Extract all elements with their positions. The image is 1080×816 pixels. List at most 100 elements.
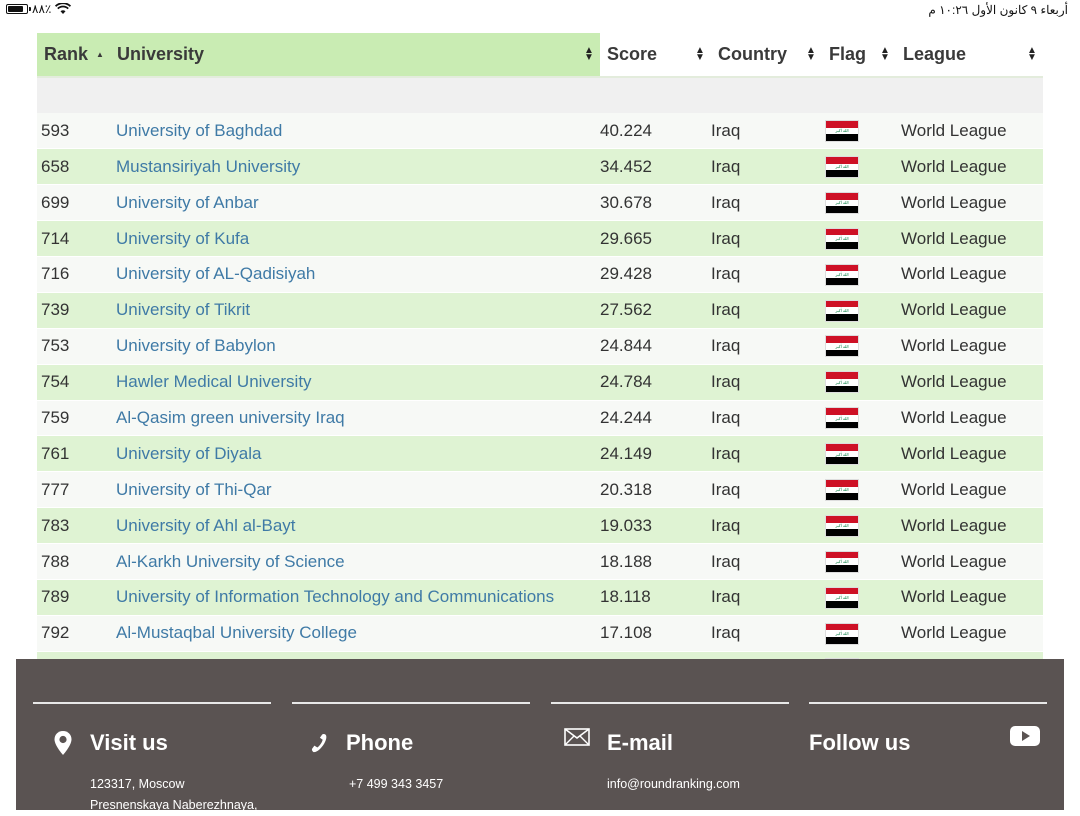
score-cell: 18.118 [600, 579, 711, 616]
flag-script: الله أكبر [826, 450, 858, 458]
country-cell: Iraq [711, 471, 822, 509]
country-cell: Iraq [711, 579, 822, 616]
league-cell: World League [896, 471, 1043, 509]
iraq-flag-icon: الله أكبر [826, 551, 858, 572]
university-link[interactable]: Al-Mustaqbal University College [110, 615, 600, 652]
score-cell: 34.452 [600, 148, 711, 186]
rank-cell: 754 [37, 364, 110, 401]
country-cell: Iraq [711, 148, 822, 186]
flag-cell: الله أكبر [822, 328, 896, 365]
league-cell: World League [896, 435, 1043, 473]
wifi-icon [55, 3, 72, 14]
university-link[interactable]: University of Anbar [110, 184, 600, 222]
country-cell: Iraq [711, 615, 822, 652]
iraq-flag-icon: الله أكبر [826, 228, 858, 249]
rank-cell: 761 [37, 435, 110, 473]
league-cell: World League [896, 543, 1043, 580]
iraq-flag-icon: الله أكبر [826, 156, 858, 177]
league-cell: World League [896, 292, 1043, 329]
sort-asc-icon: ▲ [96, 50, 104, 59]
university-link[interactable]: Hawler Medical University [110, 364, 600, 401]
table-row: 792 Al-Mustaqbal University College 17.108… [37, 615, 1043, 652]
league-cell: World League [896, 184, 1043, 222]
university-link[interactable]: University of Kufa [110, 220, 600, 257]
footer-phone-number[interactable]: +7 499 343 3457 [349, 774, 549, 795]
table-spacer [37, 77, 1043, 113]
country-cell: Iraq [711, 543, 822, 580]
league-cell: World League [896, 364, 1043, 401]
envelope-icon [564, 724, 590, 750]
flag-cell: الله أكبر [822, 507, 896, 545]
rank-cell: 716 [37, 256, 110, 293]
header-rank[interactable]: Rank ▲ [37, 33, 110, 78]
iraq-flag-icon: الله أكبر [826, 587, 858, 608]
iraq-flag-icon: الله أكبر [826, 192, 858, 213]
flag-script: الله أكبر [826, 594, 858, 601]
rank-cell: 739 [37, 292, 110, 329]
site-footer: Visit us 123317, Moscow Presnenskaya Nab… [16, 659, 1064, 812]
footer-divider [551, 702, 789, 704]
flag-script: الله أكبر [826, 163, 858, 171]
flag-cell: الله أكبر [822, 435, 896, 473]
flag-script: الله أكبر [826, 235, 858, 243]
sort-icon: ▲ ▼ [695, 45, 705, 63]
iraq-flag-icon: الله أكبر [826, 444, 858, 465]
table-row: 754 Hawler Medical University 24.784 Iraq ال… [37, 364, 1043, 401]
header-league[interactable]: League ▲ ▼ [896, 33, 1043, 78]
league-cell: World League [896, 256, 1043, 293]
footer-divider [292, 702, 530, 704]
table-header-row: Rank ▲ University ▲ ▼ Score ▲ ▼ Country ▲ ▼… [37, 33, 1043, 78]
iraq-flag-icon: الله أكبر [826, 336, 858, 357]
university-link[interactable]: Mustansiriyah University [110, 148, 600, 186]
university-link[interactable]: University of Diyala [110, 435, 600, 473]
country-cell: Iraq [711, 112, 822, 150]
table-row: 658 Mustansiriyah University 34.452 Iraq الل… [37, 148, 1043, 186]
score-cell: 24.784 [600, 364, 711, 401]
university-link[interactable]: University of Tikrit [110, 292, 600, 329]
rank-cell: 788 [37, 543, 110, 580]
ranking-table-container: Rank ▲ University ▲ ▼ Score ▲ ▼ Country ▲ ▼… [37, 33, 1043, 688]
country-cell: Iraq [711, 220, 822, 257]
iraq-flag-icon: الله أكبر [826, 480, 858, 500]
university-link[interactable]: University of Baghdad [110, 112, 600, 150]
university-link[interactable]: Al-Karkh University of Science [110, 543, 600, 580]
header-university[interactable]: University ▲ ▼ [110, 33, 600, 78]
university-link[interactable]: University of Ahl al-Bayt [110, 507, 600, 545]
footer-email-address[interactable]: info@roundranking.com [607, 774, 807, 795]
university-link[interactable]: University of Thi-Qar [110, 471, 600, 509]
flag-script: الله أكبر [826, 486, 858, 494]
flag-cell: الله أكبر [822, 112, 896, 150]
header-flag[interactable]: Flag ▲ ▼ [822, 33, 896, 78]
table-row: 593 University of Baghdad 40.224 Iraq الله أ… [37, 112, 1043, 150]
league-cell: World League [896, 507, 1043, 545]
youtube-icon[interactable] [1009, 725, 1041, 752]
table-row: 788 Al-Karkh University of Science 18.188 I… [37, 543, 1043, 580]
rank-cell: 753 [37, 328, 110, 365]
rank-cell: 593 [37, 112, 110, 150]
flag-cell: الله أكبر [822, 184, 896, 222]
score-cell: 29.665 [600, 220, 711, 257]
iraq-flag-icon: الله أكبر [826, 300, 858, 321]
score-cell: 20.318 [600, 471, 711, 509]
university-link[interactable]: University of Babylon [110, 328, 600, 365]
university-link[interactable]: Al-Qasim green university Iraq [110, 400, 600, 437]
phone-icon [306, 730, 332, 756]
university-link[interactable]: University of AL-Qadisiyah [110, 256, 600, 293]
league-cell: World League [896, 615, 1043, 652]
header-score[interactable]: Score ▲ ▼ [600, 33, 711, 78]
header-country[interactable]: Country ▲ ▼ [711, 33, 822, 78]
university-link[interactable]: University of Information Technology and… [110, 579, 600, 616]
score-cell: 29.428 [600, 256, 711, 293]
score-cell: 27.562 [600, 292, 711, 329]
iraq-flag-icon: الله أكبر [826, 623, 858, 644]
league-cell: World League [896, 400, 1043, 437]
country-cell: Iraq [711, 435, 822, 473]
flag-script: الله أكبر [826, 630, 858, 637]
table-row: 739 University of Tikrit 27.562 Iraq الله أك… [37, 292, 1043, 329]
flag-script: الله أكبر [826, 378, 858, 386]
league-cell: World League [896, 112, 1043, 150]
flag-cell: الله أكبر [822, 364, 896, 401]
league-cell: World League [896, 220, 1043, 257]
sort-icon: ▲ ▼ [806, 45, 816, 63]
country-cell: Iraq [711, 184, 822, 222]
